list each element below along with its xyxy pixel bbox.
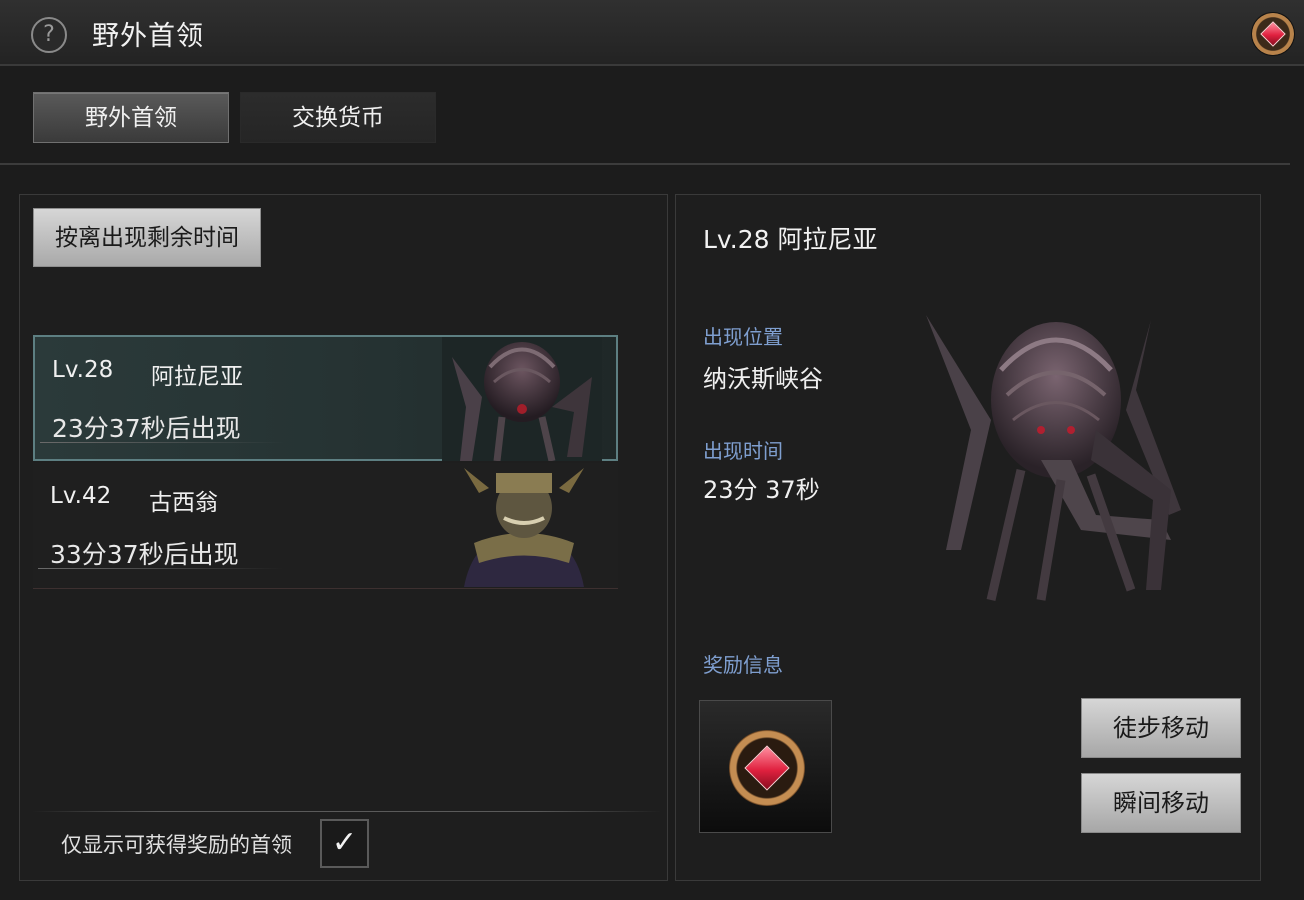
filter-rewardable-only-label: 仅显示可获得奖励的首领 bbox=[61, 833, 292, 857]
boss-level: Lv.28 bbox=[52, 357, 114, 383]
page-title: 野外首领 bbox=[92, 21, 204, 52]
boss-detail-title: Lv.28 阿拉尼亚 bbox=[703, 225, 878, 254]
boss-row-gusion[interactable]: Lv.42 古西翁 33分37秒后出现 bbox=[33, 463, 618, 589]
filter-rewardable-only-checkbox[interactable]: ✓ bbox=[320, 819, 369, 868]
boss-spawn-time: 33分37秒后出现 bbox=[50, 540, 239, 569]
spawn-location-value: 纳沃斯峡谷 bbox=[703, 365, 823, 393]
boss-name: 阿拉尼亚 bbox=[151, 364, 243, 390]
spider-beast-portrait-icon bbox=[442, 337, 602, 461]
title-bar: ? 野外首领 bbox=[0, 0, 1304, 66]
reward-item-slot[interactable] bbox=[699, 700, 832, 833]
boss-spawn-time: 23分37秒后出现 bbox=[52, 414, 241, 443]
spawn-time-value: 23分 37秒 bbox=[703, 476, 820, 504]
boss-name: 古西翁 bbox=[149, 490, 218, 516]
boss-artwork bbox=[921, 310, 1201, 610]
boss-detail-panel: Lv.28 阿拉尼亚 出现位置 纳沃斯峡谷 出现时间 23分 37秒 奖励信息 bbox=[675, 194, 1261, 881]
red-gem-icon bbox=[744, 745, 790, 791]
spawn-time-label: 出现时间 bbox=[703, 439, 783, 463]
tab-exchange-currency[interactable]: 交换货币 bbox=[240, 92, 436, 143]
sort-by-spawn-time-button[interactable]: 按离出现剩余时间 bbox=[33, 208, 261, 267]
gem-currency-icon[interactable] bbox=[1252, 13, 1294, 55]
scarf-warrior-portrait-icon bbox=[444, 463, 604, 587]
red-gem-coin-icon bbox=[729, 730, 805, 806]
tab-divider bbox=[0, 163, 1290, 165]
filter-divider bbox=[32, 811, 662, 812]
boss-list-panel: 按离出现剩余时间 Lv.28 阿拉尼亚 23分37秒后出现 Lv.42 古西翁 … bbox=[19, 194, 668, 881]
red-gem-icon bbox=[1260, 21, 1286, 47]
tab-field-boss[interactable]: 野外首领 bbox=[33, 92, 229, 143]
row-underline bbox=[40, 442, 285, 443]
help-icon[interactable]: ? bbox=[31, 17, 67, 53]
walk-move-button[interactable]: 徒步移动 bbox=[1081, 698, 1241, 758]
row-underline bbox=[38, 568, 283, 569]
spawn-location-label: 出现位置 bbox=[703, 325, 783, 349]
boss-level: Lv.42 bbox=[50, 483, 112, 509]
teleport-move-button[interactable]: 瞬间移动 bbox=[1081, 773, 1241, 833]
reward-info-label: 奖励信息 bbox=[703, 653, 783, 677]
boss-row-araneia[interactable]: Lv.28 阿拉尼亚 23分37秒后出现 bbox=[33, 335, 618, 461]
